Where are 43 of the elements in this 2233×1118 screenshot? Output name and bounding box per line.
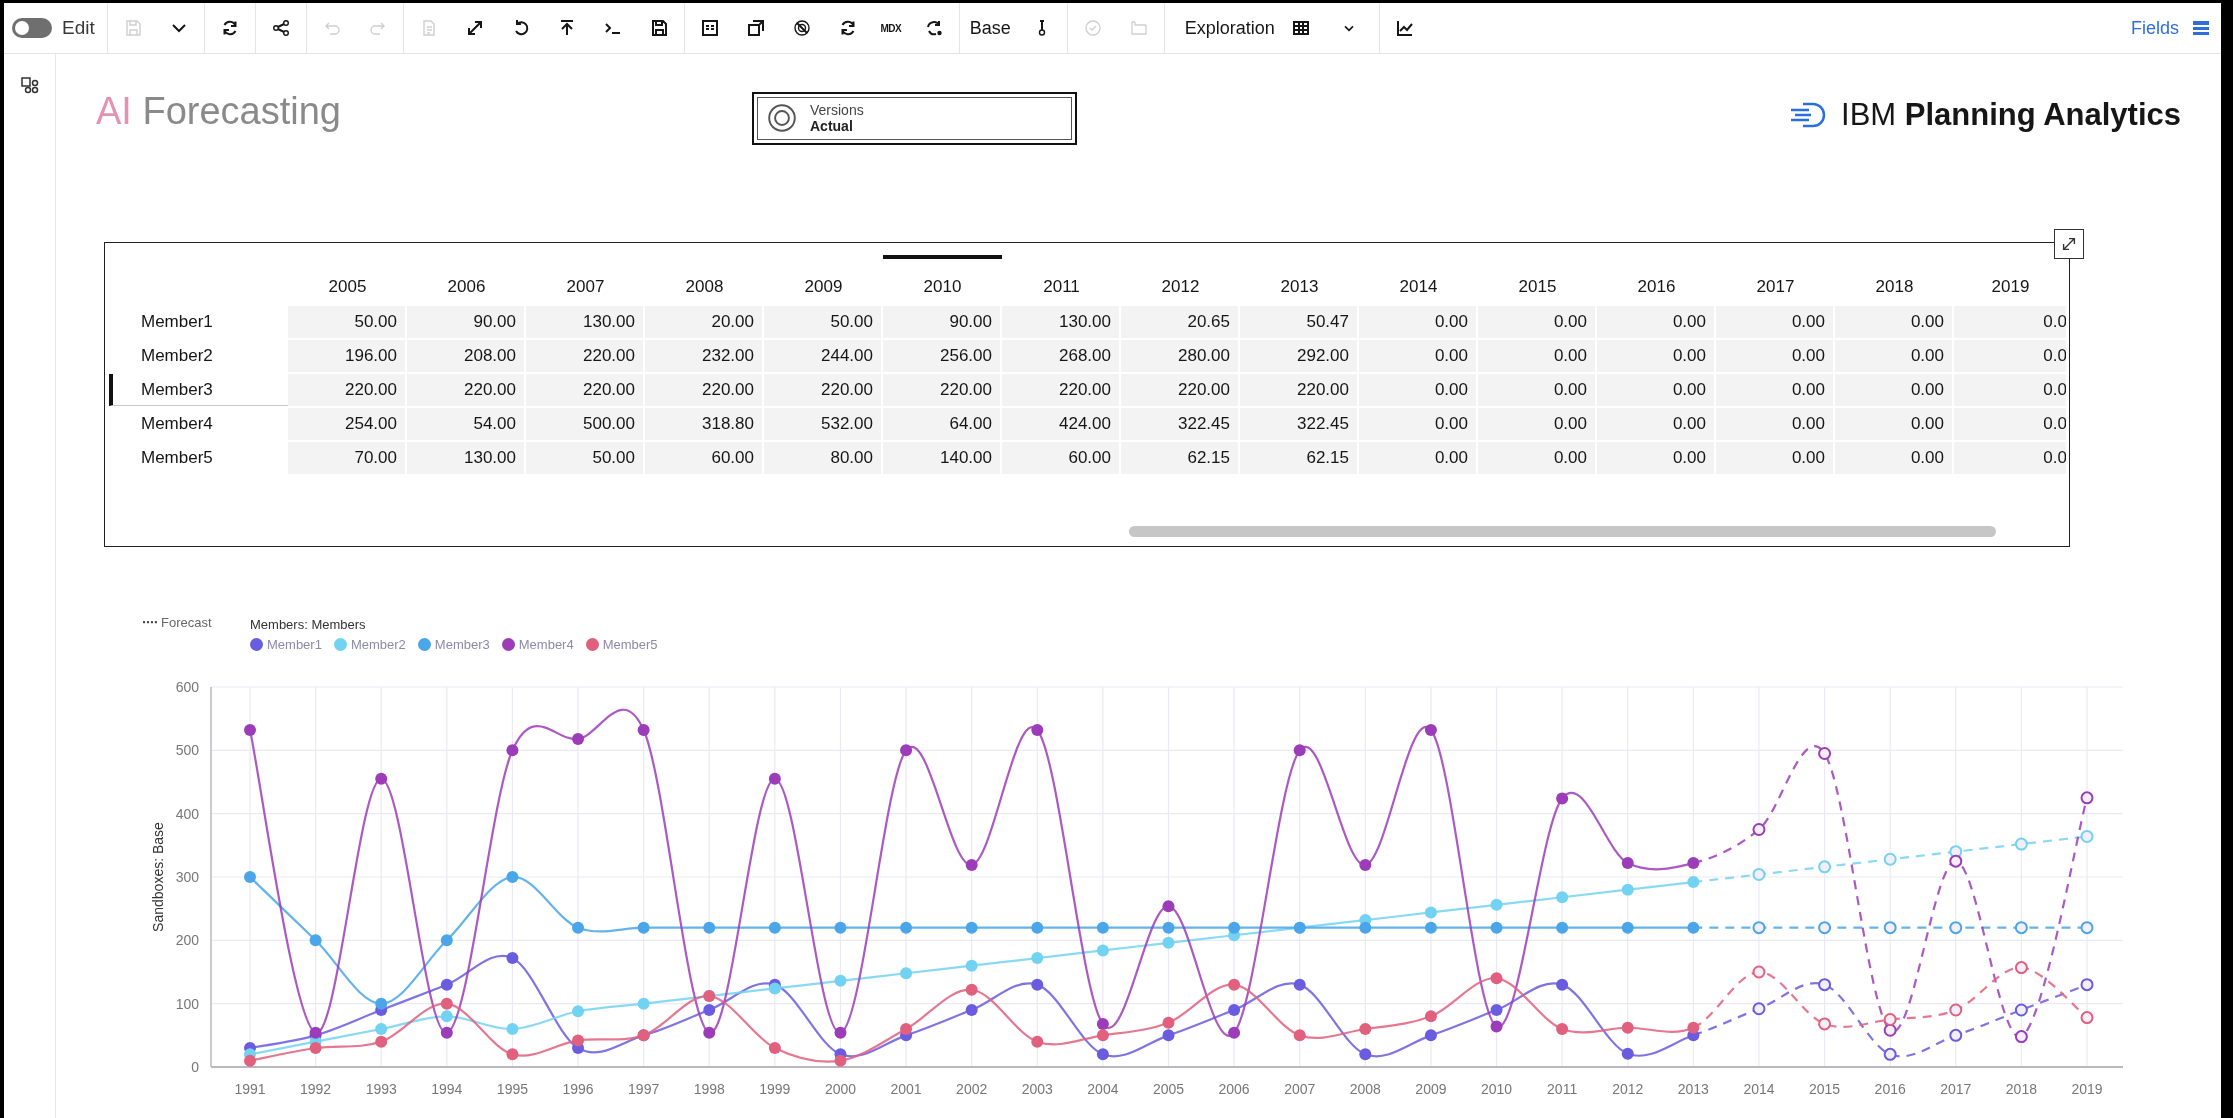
x-tick-label: 2012: [1612, 1081, 1644, 1097]
y-tick-label: 300: [175, 869, 199, 885]
forecast-legend-label: Forecast: [161, 614, 212, 630]
x-tick-label: 1995: [496, 1081, 528, 1097]
y-tick-label: 200: [175, 932, 199, 949]
x-tick-label: 2010: [1480, 1081, 1513, 1097]
x-tick-label: 2004: [1087, 1081, 1119, 1097]
x-tick-label: 2016: [1874, 1081, 1906, 1097]
x-tick-label: 1994: [431, 1081, 463, 1097]
x-tick-label: 2019: [2071, 1081, 2103, 1097]
page-title: AI Forecasting: [96, 89, 342, 133]
x-tick-label: 2005: [1152, 1081, 1185, 1097]
x-tick-label: 2018: [2005, 1081, 2037, 1097]
x-tick-label: 1992: [300, 1081, 332, 1097]
x-tick-label: 1998: [693, 1081, 725, 1097]
x-tick-label: 1999: [759, 1081, 791, 1097]
x-tick-label: 2009: [1415, 1081, 1447, 1097]
x-tick-label: 2007: [1284, 1081, 1316, 1097]
x-tick-label: 2011: [1547, 1081, 1578, 1097]
x-tick-label: 2001: [890, 1081, 922, 1097]
x-tick-label: 2015: [1809, 1081, 1841, 1097]
versions-value: Actual: [810, 118, 853, 135]
x-tick-label: 2008: [1349, 1081, 1381, 1097]
x-tick-label: 2003: [1021, 1081, 1053, 1097]
x-tick-label: 1993: [365, 1081, 397, 1097]
x-tick-label: 2000: [824, 1081, 857, 1097]
y-tick-label: 100: [175, 995, 199, 1012]
x-tick-label: 2013: [1677, 1081, 1709, 1097]
y-tick-label: 600: [175, 679, 199, 695]
y-tick-label: 400: [175, 805, 199, 822]
x-tick-label: 1991: [234, 1081, 266, 1097]
y-tick-label: 500: [175, 742, 199, 759]
y-axis-title: Sandboxes: Base: [150, 822, 166, 932]
x-tick-label: 1996: [562, 1081, 594, 1097]
x-tick-label: 2014: [1743, 1081, 1775, 1097]
product-name: IBM Planning Analytics: [1841, 97, 2181, 133]
legend-title: Members: Members: [250, 617, 367, 632]
x-tick-label: 2017: [1940, 1081, 1972, 1097]
x-tick-label: 1997: [628, 1081, 660, 1097]
x-tick-label: 2006: [1218, 1081, 1250, 1097]
x-tick-label: 2002: [956, 1081, 988, 1097]
y-tick-label: 0: [191, 1059, 199, 1075]
versions-label: Versions: [810, 101, 864, 118]
